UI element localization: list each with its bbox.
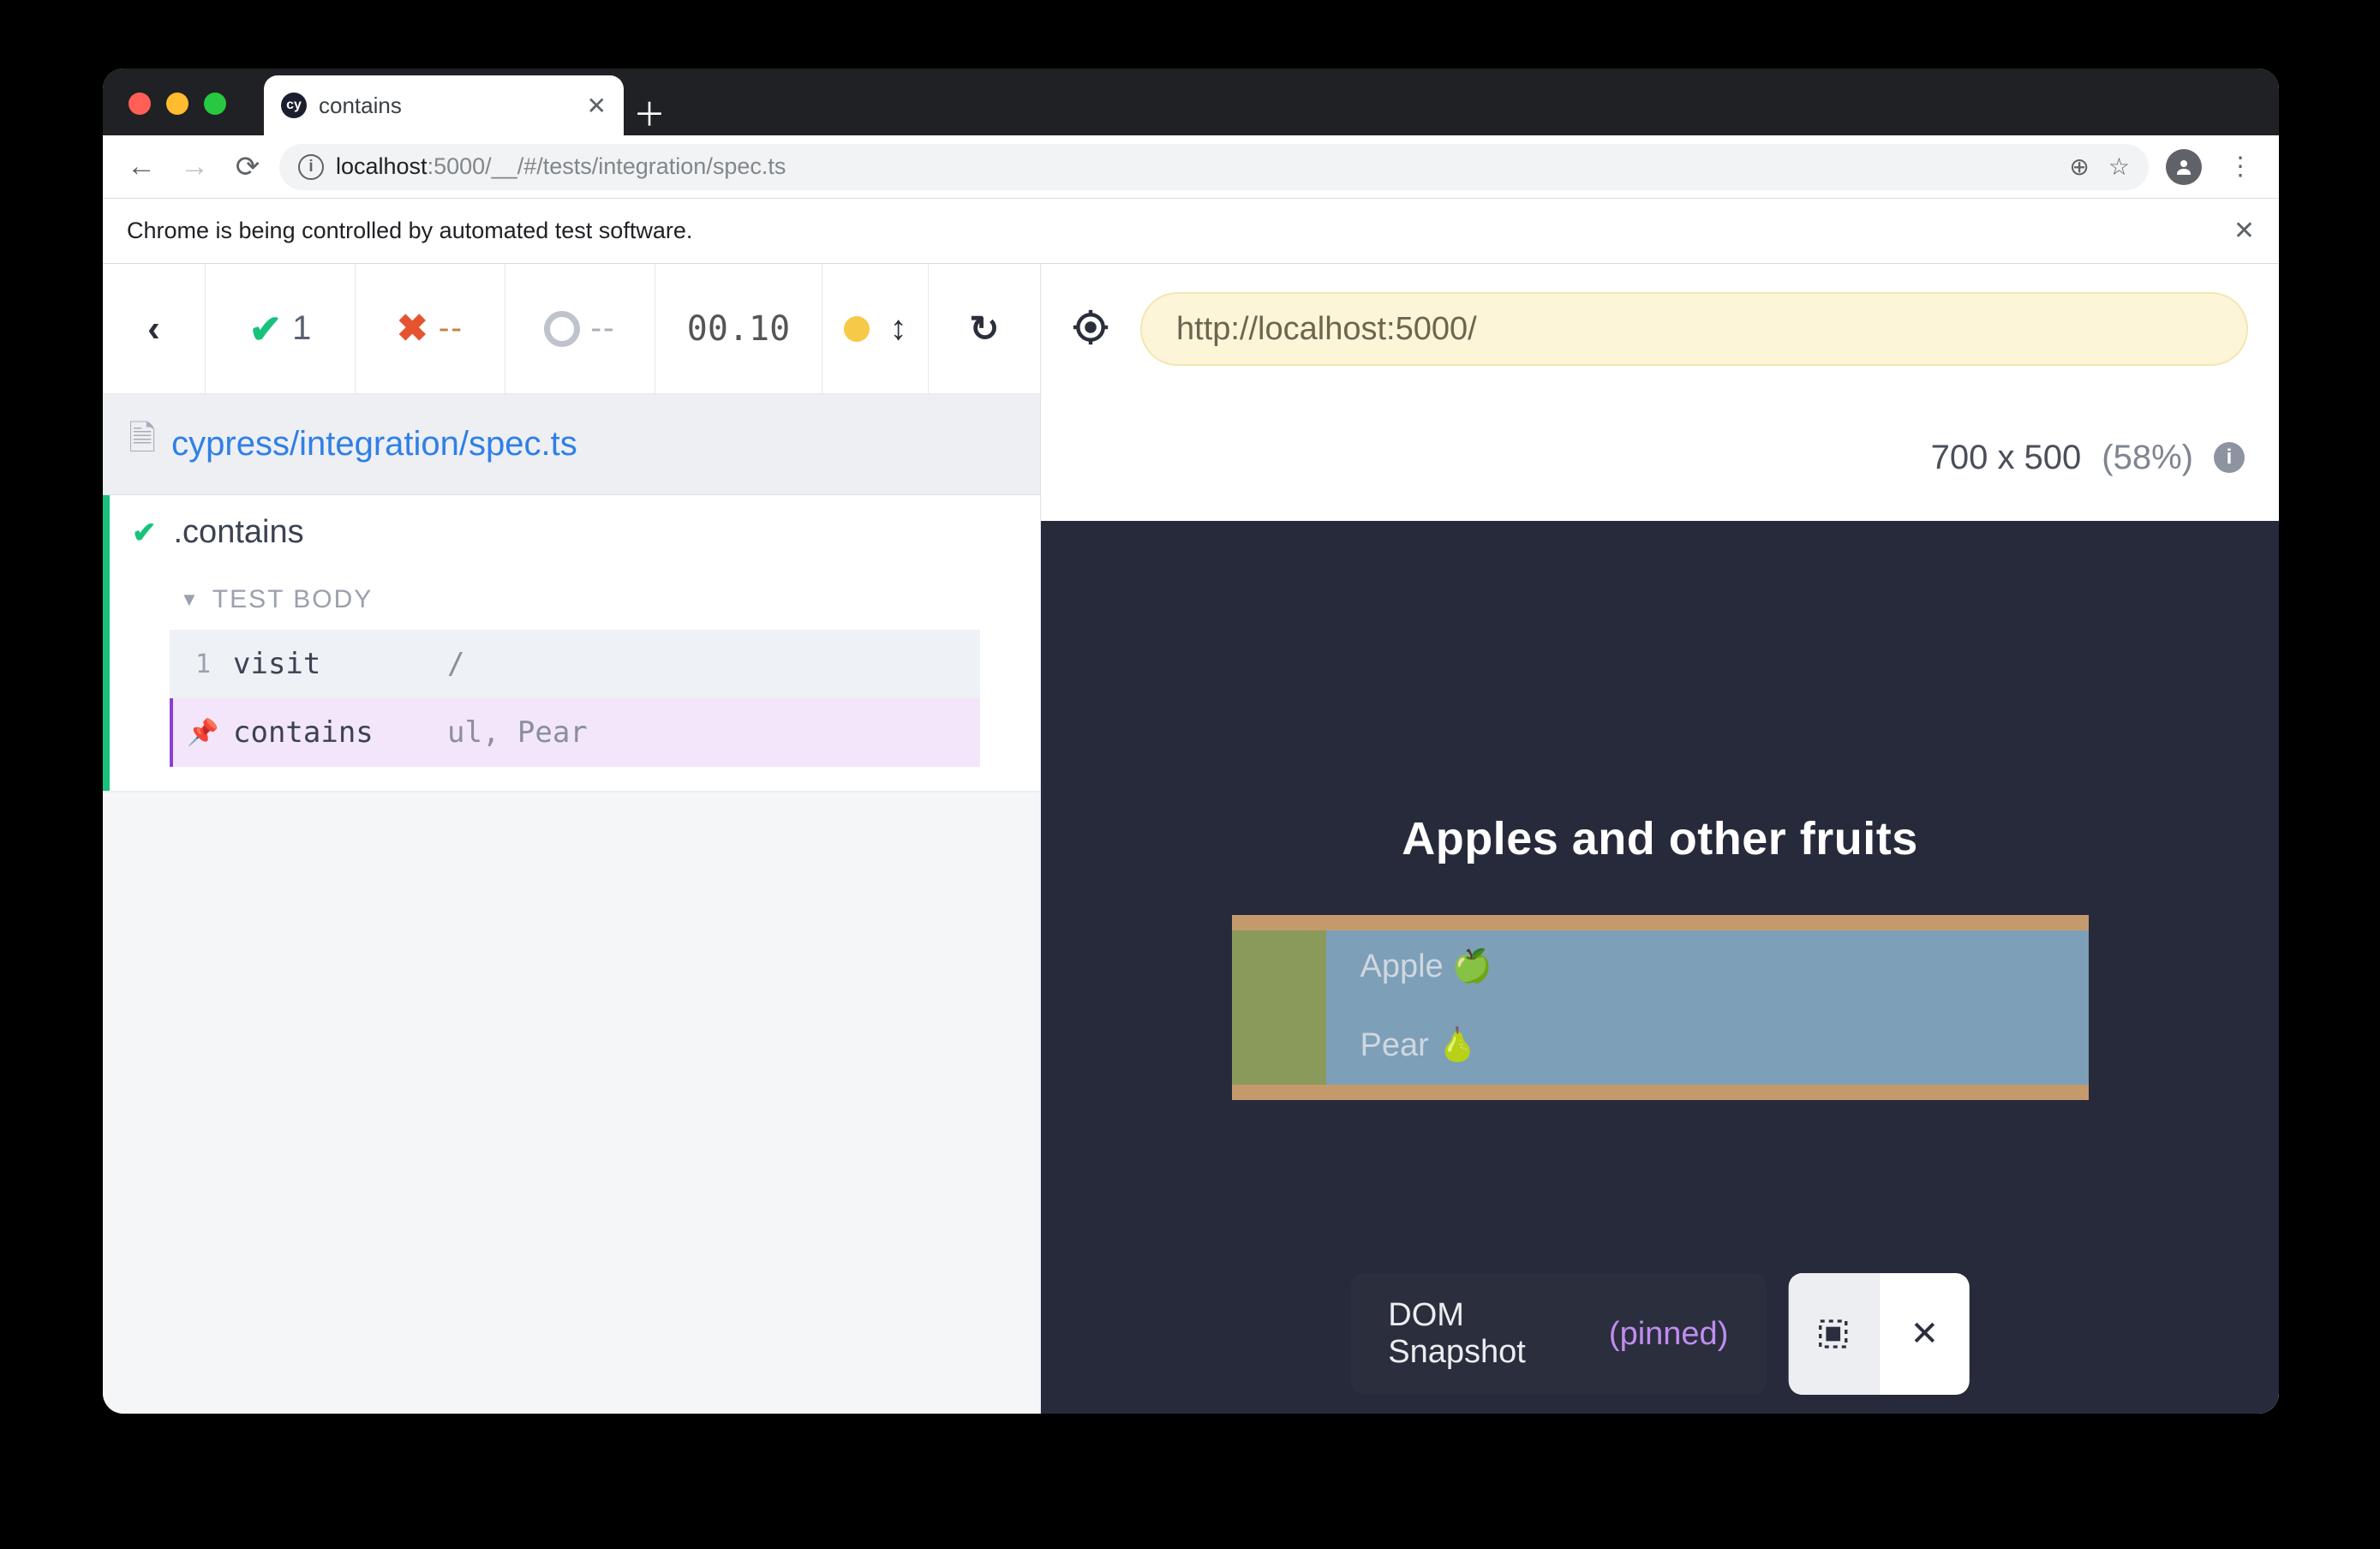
test-block: ✔ .contains ▼ TEST BODY 1 visit / 📌: [103, 495, 1040, 791]
aut-url-display[interactable]: http://localhost:5000/: [1140, 292, 2248, 366]
test-title: .contains: [174, 514, 304, 551]
browser-tab[interactable]: cy contains ✕: [264, 75, 624, 135]
close-window-button[interactable]: [129, 93, 151, 115]
snapshot-label: DOM Snapshot (pinned): [1350, 1273, 1766, 1395]
nav-forward-button[interactable]: →: [173, 150, 216, 183]
passed-count: 1: [292, 309, 311, 348]
snapshot-dock: DOM Snapshot (pinned) ✕: [1350, 1273, 1970, 1395]
aut-page-heading: Apples and other fruits: [1402, 812, 1918, 865]
runner-panel: http://localhost:5000/ 700 x 500 (58%) i…: [1041, 264, 2279, 1414]
stats-duration: 00.10: [655, 264, 822, 393]
collapse-reporter-button[interactable]: ‹: [103, 264, 206, 393]
minimize-window-button[interactable]: [166, 93, 188, 115]
aut-url-text: http://localhost:5000/: [1176, 311, 1477, 348]
automation-banner-close-icon[interactable]: ✕: [2233, 216, 2255, 246]
pear-icon: 🍐: [1438, 1026, 1478, 1064]
url-host: localhost: [336, 153, 428, 179]
nav-back-button[interactable]: ←: [120, 150, 163, 183]
command-args: /: [447, 647, 464, 681]
address-bar: ← → ⟳ i localhost:5000/__/#/tests/integr…: [103, 135, 2279, 199]
stats-pending: --: [505, 264, 655, 393]
pin-icon: 📌: [173, 718, 233, 748]
browser-menu-button[interactable]: ⋮: [2219, 152, 2262, 182]
stats-passed: ✔ 1: [206, 264, 356, 393]
stats-failed: ✖ --: [356, 264, 505, 393]
highlight-toggle-button[interactable]: [1788, 1273, 1879, 1395]
highlight-padding-left: [1232, 930, 1326, 1085]
stats-row: ‹ ✔ 1 ✖ -- -- 00.10 ↕: [103, 264, 1040, 394]
check-icon: ✔: [249, 306, 283, 352]
chevron-down-icon: ▼: [180, 589, 200, 611]
failed-count: --: [439, 310, 463, 347]
test-body-label: TEST BODY: [212, 585, 373, 614]
command-row-contains[interactable]: 📌 contains ul, Pear: [170, 698, 980, 767]
bookmark-icon[interactable]: ☆: [2108, 153, 2130, 181]
site-info-icon[interactable]: i: [298, 154, 324, 180]
spec-header[interactable]: 🗎 cypress/integration/spec.ts: [103, 394, 1040, 495]
spec-path: cypress/integration/spec.ts: [171, 425, 577, 464]
titlebar: cy contains ✕ ＋: [103, 69, 2279, 135]
cypress-app: ‹ ✔ 1 ✖ -- -- 00.10 ↕: [103, 264, 2279, 1414]
list-item-apple: Apple 🍏: [1360, 948, 2054, 985]
unpin-snapshot-button[interactable]: ✕: [1879, 1273, 1970, 1395]
x-icon: ✖: [397, 307, 428, 350]
file-icon: 🗎: [129, 414, 156, 472]
selector-playground-button[interactable]: [1072, 308, 1109, 350]
new-tab-button[interactable]: ＋: [624, 88, 675, 135]
highlighted-ul: Apple 🍏 Pear 🍐: [1232, 915, 2089, 1100]
tab-title: contains: [319, 93, 575, 119]
automation-banner: Chrome is being controlled by automated …: [103, 199, 2279, 264]
command-args: ul, Pear: [447, 715, 588, 750]
viewport-scale-control[interactable]: ↕: [822, 264, 929, 393]
check-icon: ✔: [132, 516, 157, 550]
restart-tests-button[interactable]: ↻: [929, 264, 1040, 393]
scale-dot-icon: [844, 316, 870, 342]
reporter-panel: ‹ ✔ 1 ✖ -- -- 00.10 ↕: [103, 264, 1041, 1414]
pending-count: --: [590, 310, 615, 347]
viewport-dimensions: 700 x 500: [1931, 439, 2082, 477]
close-tab-icon[interactable]: ✕: [587, 92, 607, 120]
apple-icon: 🍏: [1452, 948, 1492, 985]
browser-window: cy contains ✕ ＋ ← → ⟳ i localhost:5000/_…: [103, 69, 2279, 1414]
command-name: contains: [233, 715, 447, 750]
viewport-info: 700 x 500 (58%) i: [1041, 394, 2279, 521]
maximize-window-button[interactable]: [204, 93, 226, 115]
window-controls: [129, 93, 226, 115]
aut-iframe: Apples and other fruits Apple 🍏 Pear 🍐: [1041, 521, 2279, 1414]
omnibox[interactable]: i localhost:5000/__/#/tests/integration/…: [279, 144, 2149, 190]
automation-banner-text: Chrome is being controlled by automated …: [127, 218, 692, 244]
snapshot-state: (pinned): [1609, 1316, 1728, 1353]
viewport-scale: (58%): [2102, 439, 2193, 477]
nav-reload-button[interactable]: ⟳: [226, 150, 269, 184]
profile-avatar-icon[interactable]: [2166, 149, 2202, 185]
test-body: ▼ TEST BODY 1 visit / 📌 contains ul, Pea…: [110, 577, 1040, 791]
pending-icon: [544, 311, 580, 347]
list-item-pear: Pear 🍐: [1360, 1026, 2054, 1064]
resize-icon: ↕: [890, 309, 907, 348]
list-item-label: Pear: [1360, 1027, 1429, 1064]
highlight-content: Apple 🍏 Pear 🍐: [1326, 930, 2089, 1085]
runner-header: http://localhost:5000/: [1041, 264, 2279, 394]
url-path: /__/#/tests/integration/spec.ts: [485, 153, 786, 179]
test-title-row[interactable]: ✔ .contains: [110, 495, 1040, 577]
list-item-label: Apple: [1360, 948, 1444, 985]
url-port: :5000: [428, 153, 486, 179]
test-body-header[interactable]: ▼ TEST BODY: [170, 577, 1040, 630]
command-row-visit[interactable]: 1 visit /: [170, 630, 980, 698]
info-icon[interactable]: i: [2214, 442, 2245, 473]
snapshot-label-text: DOM Snapshot: [1388, 1297, 1597, 1371]
tab-favicon: cy: [281, 93, 307, 118]
command-name: visit: [233, 647, 447, 681]
reload-icon: ↻: [969, 308, 999, 350]
command-index: 1: [173, 649, 233, 679]
snapshot-actions: ✕: [1788, 1273, 1969, 1395]
zoom-icon[interactable]: ⊕: [2069, 153, 2089, 181]
